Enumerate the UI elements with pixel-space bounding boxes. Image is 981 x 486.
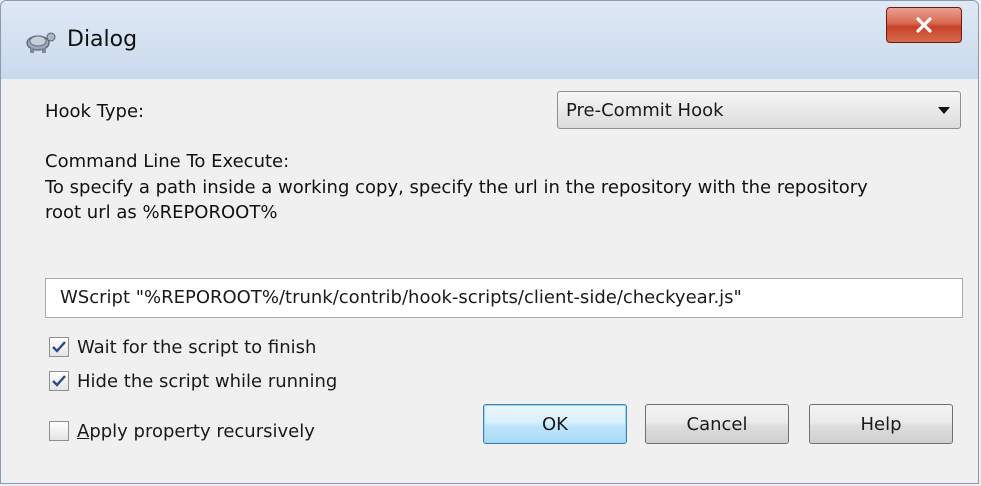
command-heading: Command Line To Execute:: [45, 151, 290, 172]
hook-type-select[interactable]: Pre-Commit Hook: [557, 91, 961, 129]
hide-option[interactable]: Hide the script while running: [49, 368, 337, 394]
command-line-value: WScript "%REPOROOT%/trunk/contrib/hook-s…: [60, 287, 742, 308]
command-hint-line1: To specify a path inside a working copy,…: [45, 177, 868, 198]
checkmark-icon: [52, 341, 66, 353]
recursive-label: Apply property recursively: [77, 421, 315, 442]
hook-type-value: Pre-Commit Hook: [566, 100, 724, 121]
command-line-input[interactable]: WScript "%REPOROOT%/trunk/contrib/hook-s…: [45, 278, 963, 318]
recursive-label-rest: pply property recursively: [89, 420, 315, 442]
title-bar[interactable]: Dialog: [1, 1, 978, 79]
command-hint-line2: root url as %REPOROOT%: [45, 202, 278, 223]
recursive-checkbox[interactable]: [49, 421, 69, 441]
recursive-label-accesskey: A: [77, 420, 90, 442]
dialog-body: Hook Type: Pre-Commit Hook Command Line …: [11, 79, 970, 475]
checkmark-icon: [52, 375, 66, 387]
chevron-down-icon: [938, 107, 950, 114]
close-button[interactable]: [886, 7, 962, 43]
ok-button[interactable]: OK: [483, 404, 627, 444]
wait-checkbox[interactable]: [49, 337, 69, 357]
hide-checkbox[interactable]: [49, 371, 69, 391]
hide-label: Hide the script while running: [77, 370, 338, 392]
hook-type-label: Hook Type:: [45, 101, 145, 122]
recursive-option[interactable]: Apply property recursively: [49, 418, 315, 444]
window-title: Dialog: [67, 27, 138, 52]
close-x-icon: [916, 17, 932, 33]
cancel-button[interactable]: Cancel: [645, 404, 789, 444]
wait-option[interactable]: Wait for the script to finish: [49, 334, 316, 360]
tortoise-icon: [26, 32, 56, 53]
dialog-window: Dialog Hook Type: Pre-Commit Hook Comman…: [0, 0, 979, 484]
wait-label: Wait for the script to finish: [77, 336, 317, 358]
help-button[interactable]: Help: [809, 404, 953, 444]
